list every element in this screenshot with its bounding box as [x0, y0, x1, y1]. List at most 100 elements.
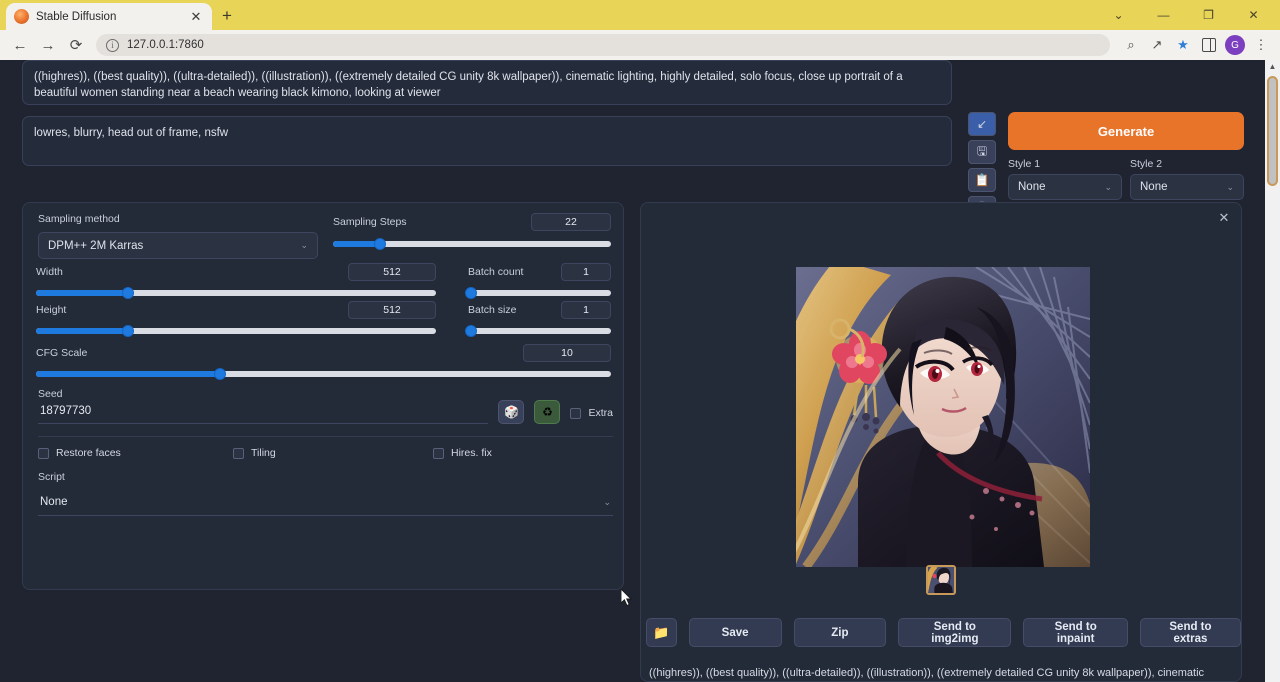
- tab-strip: Stable Diffusion ✕ + ⌄ — ❐ ✕: [0, 0, 1280, 30]
- extra-checkbox-box[interactable]: [570, 408, 581, 419]
- side-panel-icon[interactable]: [1196, 32, 1222, 58]
- save-button[interactable]: Save: [689, 618, 782, 647]
- scrollbar-thumb[interactable]: [1267, 76, 1278, 186]
- minimize-button[interactable]: —: [1141, 0, 1186, 30]
- bookmark-star-icon[interactable]: ★: [1170, 32, 1196, 58]
- send-to-extras-button[interactable]: Send to extras: [1140, 618, 1241, 647]
- tiling-checkbox[interactable]: Tiling: [233, 447, 433, 459]
- style-2-group: Style 2 None ⌄: [1130, 158, 1244, 200]
- recycle-icon[interactable]: ♻: [534, 400, 560, 424]
- script-group: Script None ⌄: [38, 471, 613, 516]
- generated-image-svg: [796, 267, 1090, 567]
- mouse-cursor: [621, 589, 633, 607]
- positive-prompt-input[interactable]: ((highres)), ((best quality)), ((ultra-d…: [22, 60, 952, 105]
- sampling-method-value: DPM++ 2M Karras: [48, 240, 143, 252]
- generate-button[interactable]: Generate: [1008, 112, 1244, 150]
- width-slider[interactable]: [36, 290, 436, 296]
- window-close-button[interactable]: ✕: [1231, 0, 1276, 30]
- tiling-box[interactable]: [233, 448, 244, 459]
- style-1-dropdown[interactable]: None ⌄: [1008, 174, 1122, 200]
- sampling-steps-value[interactable]: 22: [531, 213, 611, 231]
- tab-title: Stable Diffusion: [36, 11, 181, 23]
- chevron-down-icon: ⌄: [603, 497, 611, 508]
- result-actions: 📁 Save Zip Send to img2img Send to inpai…: [646, 618, 1241, 647]
- arrow-into-box-icon[interactable]: ↙: [968, 112, 996, 136]
- result-thumbnail[interactable]: [926, 565, 956, 595]
- open-folder-icon[interactable]: 📁: [646, 618, 677, 647]
- browser-tab[interactable]: Stable Diffusion ✕: [6, 3, 212, 30]
- batch-count-value[interactable]: 1: [561, 263, 611, 281]
- generated-image[interactable]: [796, 267, 1090, 567]
- site-info-icon[interactable]: i: [106, 39, 119, 52]
- cfg-scale-value[interactable]: 10: [523, 344, 611, 362]
- send-to-img2img-button[interactable]: Send to img2img: [898, 618, 1011, 647]
- search-icon[interactable]: ⌕: [1118, 32, 1144, 58]
- restore-faces-checkbox[interactable]: Restore faces: [38, 447, 233, 459]
- style-1-group: Style 1 None ⌄: [1008, 158, 1122, 200]
- width-group: Width 512: [36, 263, 436, 296]
- hires-fix-checkbox[interactable]: Hires. fix: [433, 447, 492, 459]
- avatar[interactable]: G: [1225, 35, 1245, 55]
- batch-count-label: Batch count: [468, 266, 523, 278]
- chevron-down-icon: ⌄: [300, 240, 308, 251]
- style-1-value: None: [1018, 181, 1046, 193]
- maximize-button[interactable]: ❐: [1186, 0, 1231, 30]
- sampling-method-dropdown[interactable]: DPM++ 2M Karras ⌄: [38, 232, 318, 259]
- style-1-label: Style 1: [1008, 158, 1122, 170]
- batch-size-slider[interactable]: [468, 328, 611, 334]
- save-style-icon[interactable]: 🖫: [968, 140, 996, 164]
- hires-fix-label: Hires. fix: [451, 447, 492, 459]
- negative-prompt-input[interactable]: lowres, blurry, head out of frame, nsfw: [22, 116, 952, 166]
- style-2-dropdown[interactable]: None ⌄: [1130, 174, 1244, 200]
- style-2-label: Style 2: [1130, 158, 1244, 170]
- divider: [38, 436, 613, 437]
- chevron-down-icon: ⌄: [1226, 182, 1234, 193]
- batch-count-slider[interactable]: [468, 290, 611, 296]
- back-icon[interactable]: ←: [6, 31, 34, 59]
- zip-button[interactable]: Zip: [794, 618, 887, 647]
- height-slider[interactable]: [36, 328, 436, 334]
- close-icon[interactable]: ✕: [1217, 211, 1231, 225]
- restore-faces-box[interactable]: [38, 448, 49, 459]
- dice-icon[interactable]: 🎲: [498, 400, 524, 424]
- restore-faces-label: Restore faces: [56, 447, 121, 459]
- batch-size-value[interactable]: 1: [561, 301, 611, 319]
- height-value[interactable]: 512: [348, 301, 436, 319]
- address-input[interactable]: i 127.0.0.1:7860: [96, 34, 1110, 56]
- clipboard-icon[interactable]: 📋: [968, 168, 996, 192]
- generation-info-prompt: ((highres)), ((best quality)), ((ultra-d…: [649, 665, 1235, 682]
- menu-icon[interactable]: ⋮: [1248, 32, 1274, 58]
- extra-label: Extra: [588, 407, 613, 419]
- settings-panel: Sampling method DPM++ 2M Karras ⌄ Sampli…: [22, 202, 624, 590]
- vertical-scrollbar[interactable]: ▲: [1265, 60, 1280, 682]
- sampling-steps-label: Sampling Steps: [333, 216, 407, 228]
- browser-window: Stable Diffusion ✕ + ⌄ — ❐ ✕ ← → ⟳ i 127…: [0, 0, 1280, 682]
- toggles-row: Restore faces Tiling Hires. fix: [38, 447, 613, 459]
- seed-input[interactable]: 18797730: [38, 400, 488, 424]
- script-label: Script: [38, 471, 613, 483]
- chevron-down-icon[interactable]: ⌄: [1096, 0, 1141, 30]
- scroll-up-icon[interactable]: ▲: [1265, 60, 1280, 74]
- thumbnail-svg: [928, 567, 956, 595]
- script-dropdown[interactable]: None ⌄: [38, 490, 613, 516]
- cfg-scale-slider[interactable]: [36, 371, 611, 377]
- thumbnail-strip: [641, 565, 1241, 595]
- batch-size-label: Batch size: [468, 304, 516, 316]
- script-value: None: [40, 496, 68, 508]
- chevron-down-icon: ⌄: [1104, 182, 1112, 193]
- width-label: Width: [36, 266, 63, 278]
- forward-icon[interactable]: →: [34, 31, 62, 59]
- cfg-scale-label: CFG Scale: [36, 347, 87, 359]
- extra-checkbox[interactable]: Extra: [570, 407, 613, 424]
- send-to-inpaint-button[interactable]: Send to inpaint: [1023, 618, 1128, 647]
- style-selectors: Style 1 None ⌄ Style 2 None ⌄: [1008, 158, 1244, 200]
- reload-icon[interactable]: ⟳: [62, 31, 90, 59]
- sampling-steps-slider[interactable]: [333, 241, 611, 247]
- close-icon[interactable]: ✕: [188, 9, 204, 25]
- hires-fix-box[interactable]: [433, 448, 444, 459]
- share-icon[interactable]: ↗: [1144, 32, 1170, 58]
- height-label: Height: [36, 304, 66, 316]
- stable-diffusion-favicon: [14, 9, 29, 24]
- width-value[interactable]: 512: [348, 263, 436, 281]
- new-tab-button[interactable]: +: [216, 5, 238, 27]
